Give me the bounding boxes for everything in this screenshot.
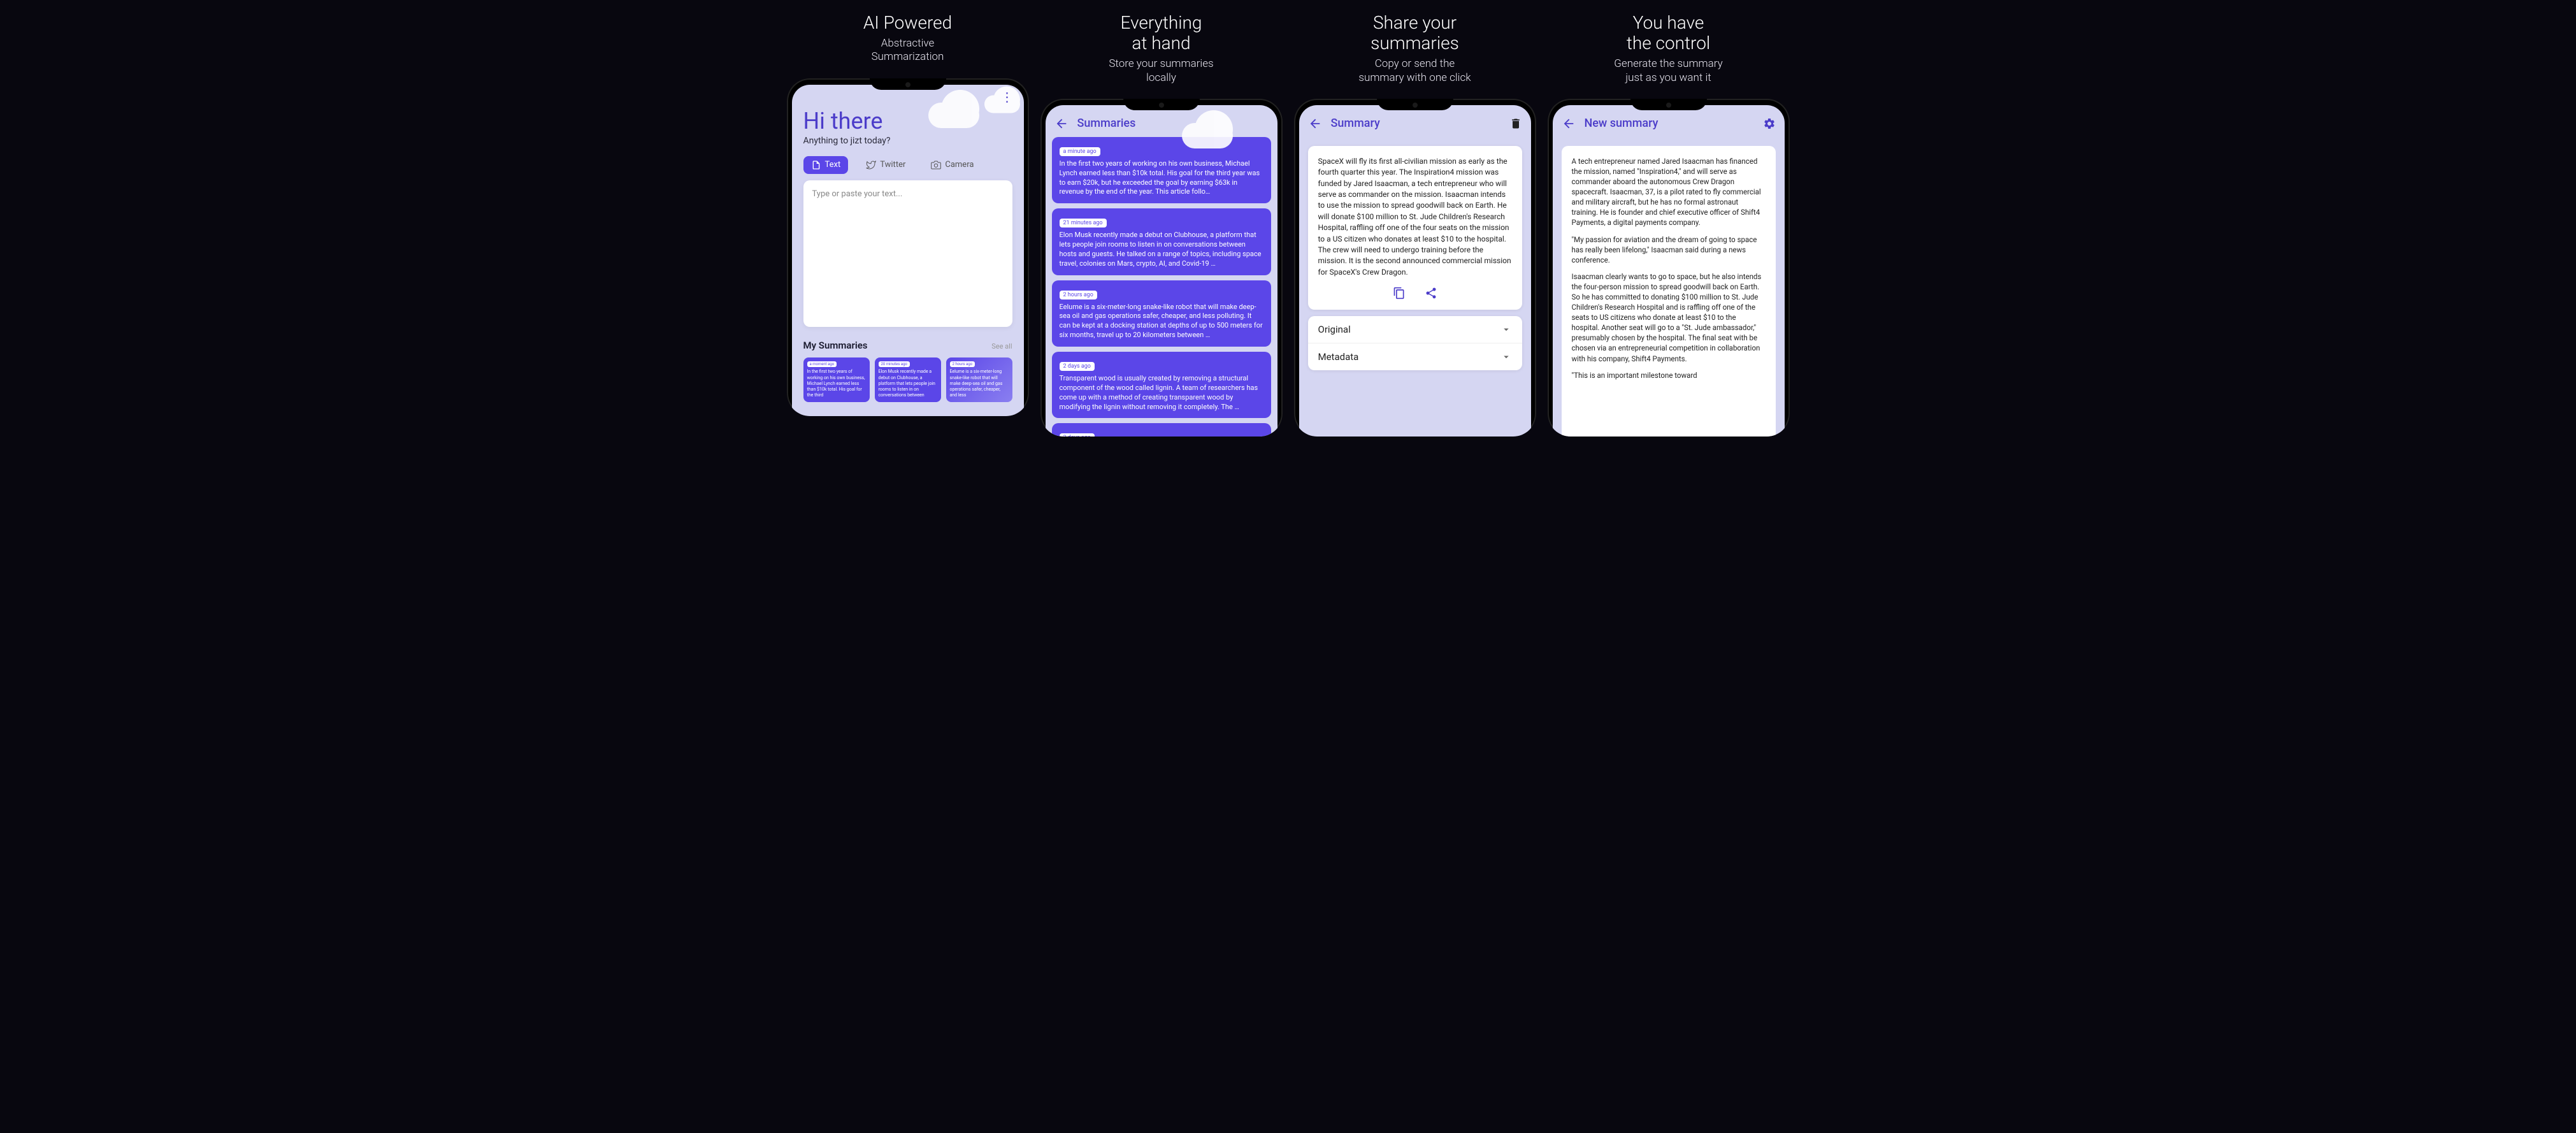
notch [1123,99,1200,110]
greeting-heading: Hi there [803,108,1012,134]
phone-frame: New summary A tech entrepreneur named Ja… [1548,99,1790,437]
summary-text: In the first two years of working on his… [1060,159,1263,197]
more-menu-icon[interactable]: ⋮ [1001,94,1014,100]
chevron-down-icon [1500,324,1512,335]
panel-1: AI Powered Abstractive Summarization ⋮ H… [787,13,1029,416]
back-arrow-icon[interactable] [1562,117,1576,131]
screen: New summary A tech entrepreneur named Ja… [1553,105,1785,437]
mini-summary-card[interactable]: 20 minutes ago Elon Musk recently made a… [875,357,941,402]
notch [1377,99,1453,110]
text-input[interactable]: Type or paste your text... [803,180,1012,327]
paragraph: Isaacman clearly wants to go to space, b… [1572,271,1766,364]
input-mode-chips: Text Twitter Camera [803,156,1012,174]
camera-icon [931,160,941,170]
panel-4: You have the control Generate the summar… [1548,13,1790,437]
summary-text: Transparent wood is usually created by r… [1060,374,1263,412]
chip-label: Text [825,160,841,170]
timestamp-badge: a moment ago [807,361,837,368]
summary-content: SpaceX will fly its first all-civilian m… [1318,156,1512,278]
phone-frame: Summary SpaceX will fly its first all-ci… [1294,99,1536,437]
back-arrow-icon[interactable] [1054,117,1069,131]
share-icon[interactable] [1425,287,1437,299]
appbar-title: Summary [1331,117,1500,130]
panel-subtitle: Copy or send the summary with one click [1358,57,1471,85]
summary-card: SpaceX will fly its first all-civilian m… [1308,146,1522,310]
timestamp-badge: 20 minutes ago [879,361,910,368]
panel-subtitle: Abstractive Summarization [872,37,944,64]
mini-summary-text: Elon Musk recently made a debut on Clubh… [879,369,937,398]
timestamp-badge: 2 hours ago [1060,291,1097,299]
timestamp-badge: a minute ago [1060,147,1100,156]
summaries-list: a minute ago In the first two years of w… [1046,137,1277,437]
chip-label: Camera [945,160,974,170]
mini-summary-card[interactable]: 2 hours ago Eelume is a six-meter-long s… [946,357,1012,402]
summary-card[interactable]: 2 hours ago Eelume is a six-meter-long s… [1052,280,1271,347]
screen: ⋮ Hi there Anything to jizt today? Text … [792,85,1024,416]
notch [870,78,946,90]
paragraph: "This is an important milestone toward [1572,370,1766,380]
phone-frame: Summaries a minute ago In the first two … [1040,99,1283,437]
appbar-title: New summary [1585,117,1754,130]
expander-label: Original [1318,324,1351,335]
twitter-icon [866,160,876,170]
paragraph: "My passion for aviation and the dream o… [1572,235,1766,265]
expand-card: Original Metadata [1308,316,1522,370]
mini-summary-card[interactable]: a moment ago In the first two years of w… [803,357,870,402]
summary-card[interactable]: 2 days ago Transparent wood is usually c… [1052,352,1271,418]
summary-card[interactable]: 3 days ago SpaceX will fly its first all… [1052,423,1271,437]
panel-title: AI Powered [863,13,952,33]
delete-icon[interactable] [1509,117,1522,130]
chip-text[interactable]: Text [803,156,849,174]
expander-label: Metadata [1318,351,1359,363]
panel-3: Share your summaries Copy or send the su… [1294,13,1536,437]
metadata-expander[interactable]: Metadata [1308,343,1522,370]
timestamp-badge: 2 days ago [1060,362,1095,371]
panel-title: You have the control [1627,13,1710,54]
panel-subtitle: Generate the summary just as you want it [1614,57,1722,85]
summary-card[interactable]: 21 minutes ago Elon Musk recently made a… [1052,208,1271,275]
panel-title: Everything at hand [1121,13,1202,54]
settings-icon[interactable] [1763,117,1776,130]
timestamp-badge: 2 hours ago [950,361,975,368]
mini-summary-text: Eelume is a six-meter-long snake-like ro… [950,369,1009,398]
chip-label: Twitter [880,160,905,170]
screen: Summaries a minute ago In the first two … [1046,105,1277,437]
panel-subtitle: Store your summaries locally [1109,57,1213,85]
panel-2: Everything at hand Store your summaries … [1040,13,1283,437]
mini-summary-text: In the first two years of working on his… [807,369,866,398]
document-icon [811,160,821,170]
chip-twitter[interactable]: Twitter [858,156,913,174]
summary-text: Eelume is a six-meter-long snake-like ro… [1060,303,1263,340]
notch [1630,99,1707,110]
summary-card[interactable]: a minute ago In the first two years of w… [1052,137,1271,203]
copy-icon[interactable] [1393,287,1406,299]
paragraph: A tech entrepreneur named Jared Isaacman… [1572,156,1766,228]
phone-frame: ⋮ Hi there Anything to jizt today? Text … [787,78,1029,416]
timestamp-badge: 21 minutes ago [1060,219,1107,227]
source-text-card[interactable]: A tech entrepreneur named Jared Isaacman… [1562,146,1776,437]
my-summaries-heading: My Summaries [803,340,868,351]
original-expander[interactable]: Original [1308,316,1522,343]
timestamp-badge: 3 days ago [1060,433,1095,437]
panel-title: Share your summaries [1371,13,1459,54]
screen: Summary SpaceX will fly its first all-ci… [1299,105,1531,437]
chevron-down-icon [1500,351,1512,363]
chip-camera[interactable]: Camera [923,156,981,174]
mini-summaries-row: a moment ago In the first two years of w… [803,357,1012,402]
appbar-title: Summaries [1077,117,1269,130]
summary-text: Elon Musk recently made a debut on Clubh… [1060,231,1263,268]
see-all-link[interactable]: See all [991,342,1012,350]
prompt-text: Anything to jizt today? [803,136,1012,146]
back-arrow-icon[interactable] [1308,117,1322,131]
